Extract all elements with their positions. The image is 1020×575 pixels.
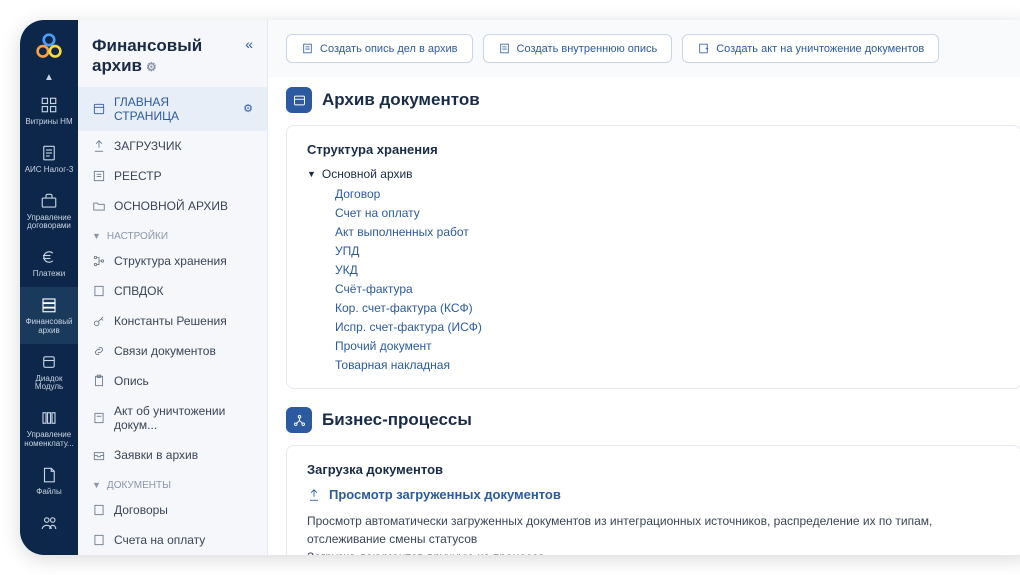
- link-icon: [92, 344, 106, 358]
- chevron-down-icon: ▼: [92, 231, 101, 241]
- inbox-icon: [92, 448, 106, 462]
- doc-list-icon: [301, 42, 314, 55]
- rail-item-1[interactable]: АИС Налог-3: [20, 135, 78, 183]
- content: Архив документов Структура хранения ▼Осн…: [268, 77, 1020, 555]
- document-icon: [39, 143, 59, 163]
- sidebar-item-contracts[interactable]: Договоры: [78, 495, 267, 525]
- rail-item-8[interactable]: [20, 505, 78, 544]
- sidebar-item-structure[interactable]: Структура хранения: [78, 246, 267, 276]
- archive-icon: [39, 295, 59, 315]
- create-inventory-button[interactable]: Создать опись дел в архив: [286, 34, 473, 63]
- section-title: Архив документов: [322, 90, 480, 110]
- rail-item-5[interactable]: Диадок Модуль: [20, 344, 78, 401]
- sidebar-item-spvdok[interactable]: СПВДОК: [78, 276, 267, 306]
- bp-card: Загрузка документов Просмотр загруженных…: [286, 445, 1020, 555]
- tree-link[interactable]: Счет на оплату: [335, 206, 1001, 220]
- sidebar-item-inventory[interactable]: Опись: [78, 366, 267, 396]
- section-bp-head: Бизнес-процессы: [286, 407, 1020, 433]
- books-icon: [39, 408, 59, 428]
- triangle-down-icon: ▼: [307, 169, 316, 179]
- sidebar-item-registry[interactable]: РЕЕСТР: [78, 161, 267, 191]
- card-title: Загрузка документов: [307, 462, 1001, 477]
- sidebar-item-constants[interactable]: Константы Решения: [78, 306, 267, 336]
- doc-icon: [92, 284, 106, 298]
- doc-list-icon: [498, 42, 511, 55]
- sidebar-item-destruction[interactable]: Акт об уничтожении докум...: [78, 396, 267, 440]
- process-section-icon: [286, 407, 312, 433]
- tree-root[interactable]: ▼Основной архив: [307, 167, 1001, 181]
- archive-section-icon: [286, 87, 312, 113]
- app-window: ▲ Витрины НМ АИС Налог-3 Управление дого…: [20, 20, 1020, 555]
- archive-card: Структура хранения ▼Основной архив Догов…: [286, 125, 1020, 389]
- bp-description-1: Просмотр автоматически загруженных докум…: [307, 512, 1001, 548]
- sidebar-section-settings[interactable]: ▼НАСТРОЙКИ: [78, 221, 267, 246]
- tree-icon: [92, 254, 106, 268]
- rail-item-7[interactable]: Файлы: [20, 457, 78, 505]
- sidebar-title: Финансовый архив⚙: [92, 36, 245, 77]
- collapse-icon[interactable]: «: [245, 36, 253, 52]
- toolbar: Создать опись дел в архив Создать внутре…: [268, 20, 1020, 77]
- upload-icon: [92, 139, 106, 153]
- sidebar-item-main[interactable]: ГЛАВНАЯ СТРАНИЦА⚙: [78, 87, 267, 131]
- doc2-icon: [92, 411, 106, 425]
- tree-children: Договор Счет на оплату Акт выполненных р…: [307, 187, 1001, 372]
- sidebar-item-requests[interactable]: Заявки в архив: [78, 440, 267, 470]
- tree-link[interactable]: УПД: [335, 244, 1001, 258]
- sidebar-item-archive[interactable]: ОСНОВНОЙ АРХИВ: [78, 191, 267, 221]
- sidebar: Финансовый архив⚙ « ГЛАВНАЯ СТРАНИЦА⚙ ЗА…: [78, 20, 268, 555]
- gear-icon[interactable]: ⚙: [146, 60, 157, 74]
- nav-rail: ▲ Витрины НМ АИС Налог-3 Управление дого…: [20, 20, 78, 555]
- card-title: Структура хранения: [307, 142, 1001, 157]
- tree-link[interactable]: Прочий документ: [335, 339, 1001, 353]
- sidebar-item-loader[interactable]: ЗАГРУЗЧИК: [78, 131, 267, 161]
- rail-item-0[interactable]: Витрины НМ: [20, 87, 78, 135]
- rail-item-2[interactable]: Управление договорами: [20, 183, 78, 240]
- view-loaded-link-row: Просмотр загруженных документов: [307, 487, 1001, 502]
- doc-out-icon: [697, 42, 710, 55]
- tree-link[interactable]: Счёт-фактура: [335, 282, 1001, 296]
- gear-icon[interactable]: ⚙: [243, 102, 253, 115]
- bp-description-2: Загрузка документов вручную из процесса: [307, 548, 1001, 555]
- app-logo: [35, 32, 63, 60]
- sidebar-header: Финансовый архив⚙ «: [78, 20, 267, 87]
- create-internal-button[interactable]: Создать внутреннюю опись: [483, 34, 673, 63]
- module-icon: [39, 352, 59, 372]
- create-destruction-button[interactable]: Создать акт на уничтожение документов: [682, 34, 939, 63]
- section-archive-head: Архив документов: [286, 87, 1020, 113]
- rail-item-6[interactable]: Управление номенклату...: [20, 400, 78, 457]
- briefcase-icon: [39, 191, 59, 211]
- euro-icon: [39, 247, 59, 267]
- grid-icon: [39, 95, 59, 115]
- sidebar-item-links[interactable]: Связи документов: [78, 336, 267, 366]
- chevron-down-icon: ▼: [92, 480, 101, 490]
- tree-link[interactable]: УКД: [335, 263, 1001, 277]
- folder-icon: [92, 199, 106, 213]
- sidebar-item-invoices[interactable]: Счета на оплату: [78, 525, 267, 555]
- upload-icon: [307, 488, 321, 502]
- tree-link[interactable]: Товарная накладная: [335, 358, 1001, 372]
- rail-item-4[interactable]: Финансовый архив: [20, 287, 78, 344]
- doc-icon: [92, 503, 106, 517]
- chevron-up-icon[interactable]: ▲: [40, 68, 58, 87]
- users-icon: [39, 513, 59, 533]
- view-loaded-link[interactable]: Просмотр загруженных документов: [329, 487, 561, 502]
- rail-item-3[interactable]: Платежи: [20, 239, 78, 287]
- list-icon: [92, 169, 106, 183]
- sidebar-list: ГЛАВНАЯ СТРАНИЦА⚙ ЗАГРУЗЧИК РЕЕСТР ОСНОВ…: [78, 87, 267, 555]
- tree-link[interactable]: Акт выполненных работ: [335, 225, 1001, 239]
- clipboard-icon: [92, 374, 106, 388]
- tree-link[interactable]: Испр. счет-фактура (ИСФ): [335, 320, 1001, 334]
- main-area: Создать опись дел в архив Создать внутре…: [268, 20, 1020, 555]
- sidebar-section-documents[interactable]: ▼ДОКУМЕНТЫ: [78, 470, 267, 495]
- file-icon: [39, 465, 59, 485]
- section-title: Бизнес-процессы: [322, 410, 472, 430]
- home-icon: [92, 102, 106, 116]
- tree-link[interactable]: Договор: [335, 187, 1001, 201]
- tree-link[interactable]: Кор. счет-фактура (КСФ): [335, 301, 1001, 315]
- key-icon: [92, 314, 106, 328]
